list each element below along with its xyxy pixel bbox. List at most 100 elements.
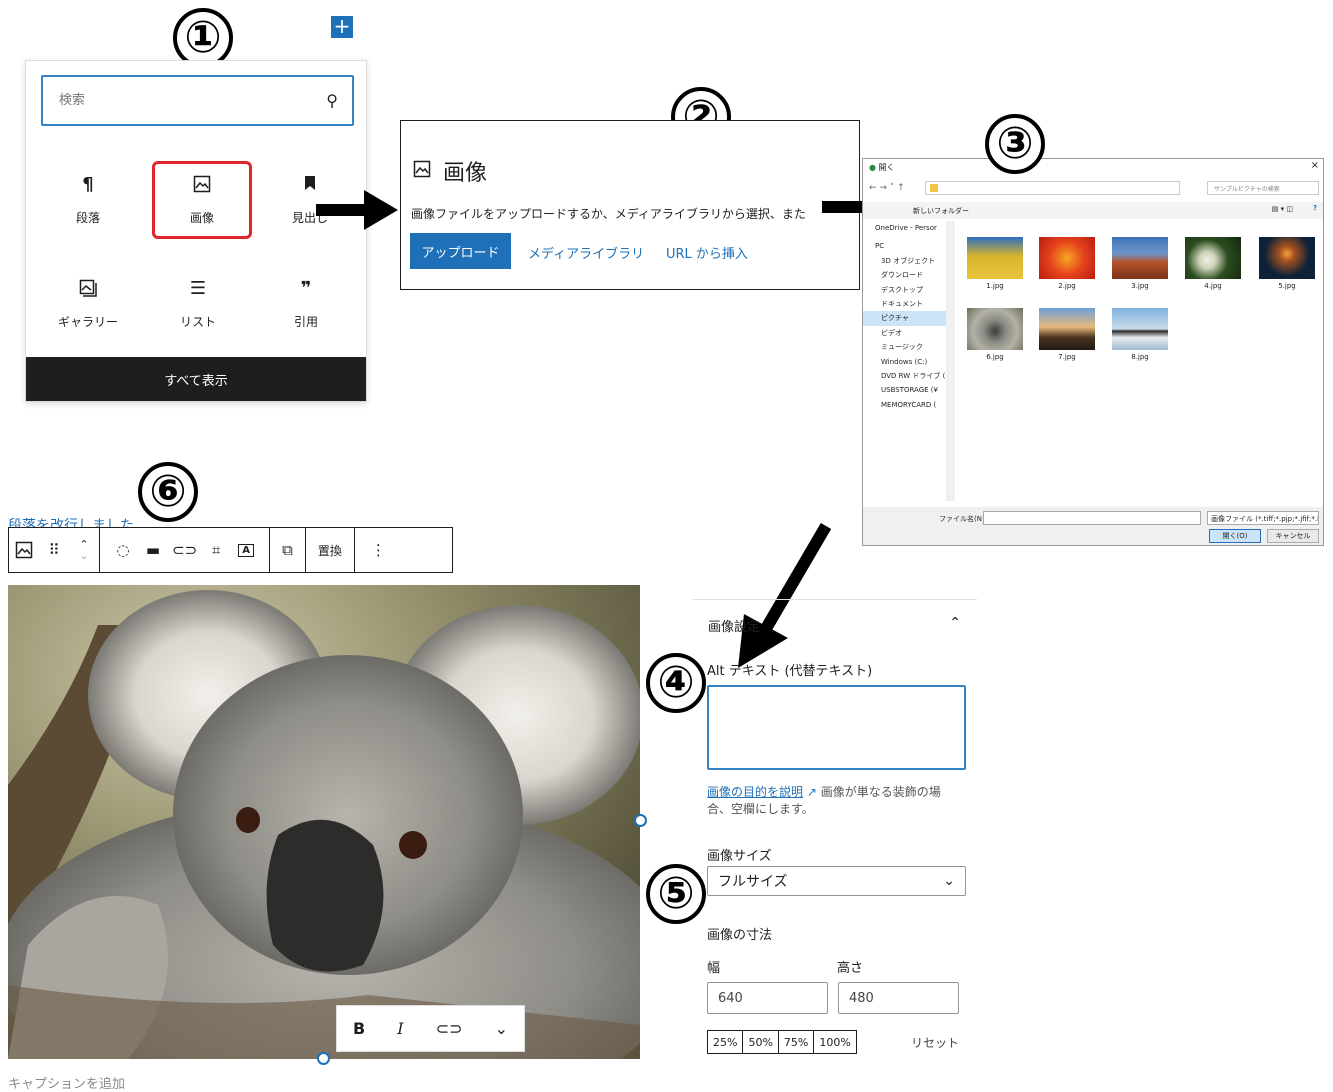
- file-thumbnail[interactable]: 6.jpg: [967, 308, 1023, 361]
- crop-icon[interactable]: ⌗: [201, 528, 231, 572]
- describe-purpose-link[interactable]: 画像の目的を説明: [707, 785, 803, 799]
- duotone-icon[interactable]: ◌: [108, 528, 138, 572]
- resize-handle-right[interactable]: [634, 814, 647, 827]
- step-number-1: ①: [173, 8, 233, 68]
- image-size-select[interactable]: フルサイズ ⌄: [707, 866, 966, 896]
- help-icon[interactable]: ?: [1313, 204, 1317, 212]
- insert-from-url-button[interactable]: URL から挿入: [666, 243, 748, 262]
- file-name: 8.jpg: [1131, 353, 1149, 361]
- step-number-5: ⑤: [646, 864, 706, 924]
- tree-item[interactable]: PC: [863, 239, 949, 253]
- upload-button[interactable]: アップロード: [410, 233, 511, 269]
- dialog-search-input[interactable]: サンプルピクチャの検索: [1207, 181, 1319, 195]
- drag-handle-icon[interactable]: ⠿: [39, 528, 69, 572]
- thumbnail-image: [1185, 237, 1241, 279]
- view-options-icon[interactable]: ▤ ▾ ◫: [1272, 205, 1293, 213]
- chevron-down-icon[interactable]: ⌄: [495, 1019, 508, 1038]
- arrow-icon: [316, 190, 398, 230]
- tree-item[interactable]: ビデオ: [863, 326, 949, 340]
- block-label: 画像: [189, 210, 214, 225]
- reset-button[interactable]: リセット: [911, 1034, 959, 1051]
- tree-item[interactable]: USBSTORAGE (¥: [863, 383, 949, 397]
- dialog-title-text: 開く: [878, 163, 895, 172]
- replace-button[interactable]: 置換: [306, 528, 354, 572]
- thumbnail-image: [1112, 237, 1168, 279]
- block-item-gallery[interactable]: ギャラリー: [38, 265, 138, 343]
- address-bar[interactable]: [925, 181, 1180, 195]
- height-input[interactable]: 480: [838, 982, 959, 1014]
- tree-item-pictures[interactable]: ピクチャ: [863, 311, 949, 326]
- media-library-button[interactable]: メディアライブラリ: [528, 243, 644, 262]
- alt-text-input[interactable]: [707, 685, 966, 770]
- add-block-button[interactable]: +: [331, 16, 353, 38]
- percent-100-button[interactable]: 100%: [813, 1030, 857, 1054]
- move-up-down-icon[interactable]: ⌃ ⌄: [69, 528, 99, 572]
- file-name: 7.jpg: [1058, 353, 1076, 361]
- block-item-quote[interactable]: ❞ 引用: [256, 265, 356, 343]
- tree-item[interactable]: DVD RW ドライブ (: [863, 369, 949, 383]
- tree-item[interactable]: ダウンロード: [863, 268, 949, 282]
- koala-image[interactable]: [8, 585, 640, 1059]
- caption-format-toolbar: B I ⊂⊃ ⌄: [336, 1005, 525, 1052]
- filename-input[interactable]: [983, 511, 1201, 525]
- tree-item[interactable]: 3D オブジェクト: [863, 254, 949, 268]
- tree-item[interactable]: MEMORYCARD (: [863, 398, 949, 412]
- dialog-toolbar: 新しいフォルダー ▤ ▾ ◫ ?: [863, 202, 1323, 219]
- tree-item[interactable]: OneDrive - Persor: [863, 221, 949, 235]
- thumbnail-image: [967, 308, 1023, 350]
- tree-scrollbar[interactable]: [946, 221, 955, 501]
- link-icon[interactable]: ⊂⊃: [436, 1019, 463, 1038]
- file-thumbnail[interactable]: 8.jpg: [1112, 308, 1168, 361]
- filetype-select[interactable]: 画像ファイル (*.tiff;*.pjp;*.jfif;*.bm: [1207, 511, 1319, 525]
- close-icon[interactable]: ×: [1311, 160, 1319, 171]
- step-number-3: ③: [985, 114, 1045, 174]
- block-search-field[interactable]: ⚲: [41, 75, 354, 126]
- open-button[interactable]: 開く(O): [1209, 529, 1261, 543]
- block-item-list[interactable]: ☰ リスト: [148, 265, 248, 343]
- image-settings-panel: 画像設定 ⌃ Alt テキスト (代替テキスト) 画像の目的を説明 ↗ 画像が単…: [693, 599, 977, 1069]
- section-title[interactable]: 画像設定: [708, 616, 760, 635]
- image-size-value: フルサイズ: [718, 874, 788, 890]
- upload-title-row: 画像: [413, 155, 487, 187]
- block-search-input[interactable]: [57, 92, 327, 109]
- file-thumbnail[interactable]: 3.jpg: [1112, 237, 1168, 290]
- tree-item[interactable]: デスクトップ: [863, 283, 949, 297]
- show-all-button[interactable]: すべて表示: [26, 357, 366, 401]
- folder-tree: OneDrive - Persor PC 3D オブジェクト ダウンロード デス…: [863, 221, 949, 499]
- chevron-down-icon: ⌄: [943, 873, 955, 889]
- ai-image-icon[interactable]: ⧉: [270, 528, 305, 572]
- tree-item[interactable]: Windows (C:): [863, 355, 949, 369]
- bold-button[interactable]: B: [353, 1019, 365, 1038]
- italic-button[interactable]: I: [397, 1019, 403, 1038]
- image-block-icon[interactable]: [9, 528, 39, 572]
- image-icon: [413, 159, 431, 184]
- block-item-image[interactable]: 画像: [152, 161, 252, 239]
- tree-item[interactable]: ドキュメント: [863, 297, 949, 311]
- more-options-icon[interactable]: ⋮: [355, 528, 402, 572]
- height-label: 高さ: [837, 961, 864, 976]
- link-icon[interactable]: ⊂⊃: [168, 528, 201, 572]
- file-thumbnail[interactable]: 5.jpg: [1259, 237, 1315, 290]
- list-icon: ☰: [189, 277, 207, 299]
- block-item-paragraph[interactable]: ¶ 段落: [38, 161, 138, 239]
- caption-input[interactable]: キャプションを追加: [8, 1073, 125, 1092]
- align-icon[interactable]: ▬: [138, 528, 168, 572]
- percent-75-button[interactable]: 75%: [777, 1030, 814, 1054]
- chevron-up-icon[interactable]: ⌃: [949, 615, 961, 631]
- tree-item[interactable]: ミュージック: [863, 340, 949, 354]
- percent-50-button[interactable]: 50%: [742, 1030, 778, 1054]
- width-input[interactable]: 640: [707, 982, 828, 1014]
- text-overlay-icon[interactable]: A: [231, 528, 261, 572]
- divider: [693, 599, 977, 600]
- file-thumbnail[interactable]: 4.jpg: [1185, 237, 1241, 290]
- cancel-button[interactable]: キャンセル: [1267, 529, 1319, 543]
- dialog-nav-buttons[interactable]: ← → ˅ ↑: [869, 183, 905, 193]
- file-thumbnail[interactable]: 2.jpg: [1039, 237, 1095, 290]
- block-label: 段落: [75, 210, 100, 225]
- file-thumbnail[interactable]: 1.jpg: [967, 237, 1023, 290]
- file-thumbnail[interactable]: 7.jpg: [1039, 308, 1095, 361]
- new-folder-button[interactable]: 新しいフォルダー: [913, 207, 969, 215]
- thumbnail-image: [1039, 237, 1095, 279]
- resize-handle-bottom[interactable]: [317, 1052, 330, 1065]
- percent-25-button[interactable]: 25%: [707, 1030, 743, 1054]
